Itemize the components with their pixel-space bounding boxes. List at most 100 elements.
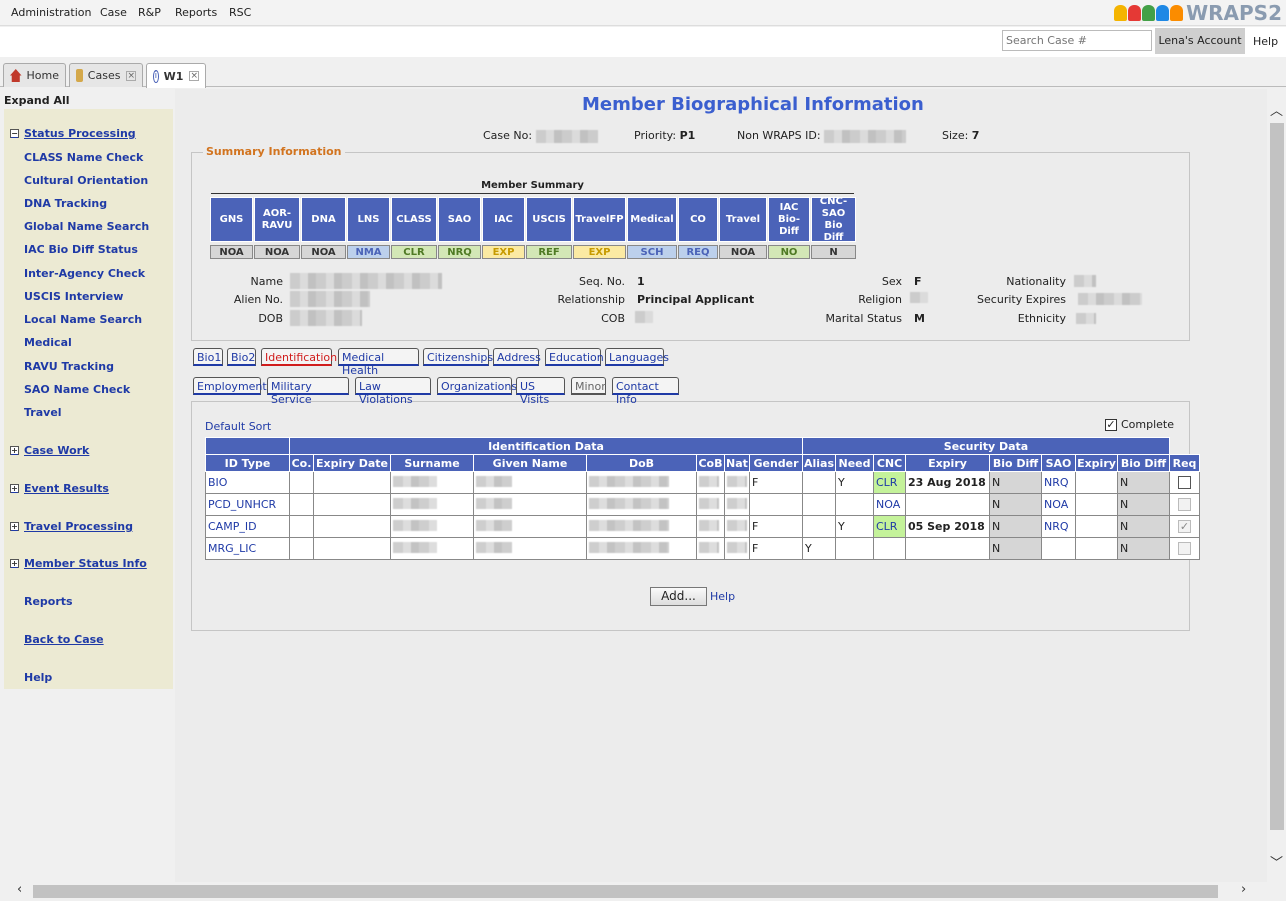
subtab-address[interactable]: Address bbox=[493, 348, 541, 366]
nav-reports[interactable]: Reports bbox=[24, 595, 73, 608]
tab-w1[interactable]: i W1 × bbox=[146, 63, 206, 88]
member-summary-col-medical[interactable]: Medical bbox=[627, 197, 677, 242]
col-header-bio-diff[interactable]: Bio Diff bbox=[1117, 454, 1170, 472]
close-icon[interactable]: × bbox=[126, 70, 136, 81]
subtab-military-service[interactable]: Military Service bbox=[267, 377, 349, 406]
nav-medical[interactable]: Medical bbox=[24, 336, 72, 349]
col-header-dob[interactable]: DoB bbox=[586, 454, 697, 472]
col-header-alias[interactable]: Alias bbox=[802, 454, 836, 472]
col-header-need[interactable]: Need bbox=[835, 454, 874, 472]
col-header-expiry[interactable]: Expiry bbox=[1075, 454, 1118, 472]
table-row[interactable]: BIO F Y CLR 23 Aug 2018 N NRQ N bbox=[205, 471, 1200, 494]
nav-case-work[interactable]: + Case Work bbox=[10, 444, 89, 457]
nav-travel-processing[interactable]: + Travel Processing bbox=[10, 520, 133, 533]
menu-reports[interactable]: Reports bbox=[175, 6, 217, 19]
tab-cases[interactable]: Cases × bbox=[69, 63, 143, 87]
sao-cell[interactable]: NRQ bbox=[1041, 515, 1076, 538]
col-header-expiry[interactable]: Expiry bbox=[905, 454, 990, 472]
id-type-cell[interactable]: MRG_LIC bbox=[205, 537, 290, 560]
nav-status-processing[interactable]: − Status Processing bbox=[10, 127, 136, 140]
subtab-organizations[interactable]: Organizations bbox=[437, 377, 517, 395]
nav-iac-bio-diff-status[interactable]: IAC Bio Diff Status bbox=[24, 243, 138, 256]
account-button[interactable]: Lena's Account bbox=[1155, 28, 1245, 54]
subtab-contact-info[interactable]: Contact Info bbox=[612, 377, 679, 406]
member-summary-col-cnc--sao bio-diff[interactable]: CNC- SAO Bio Diff bbox=[811, 196, 856, 243]
subtab-medical-health[interactable]: Medical Health bbox=[338, 348, 419, 377]
nav-cultural-orientation[interactable]: Cultural Orientation bbox=[24, 174, 148, 187]
member-summary-col-sao[interactable]: SAO bbox=[438, 197, 481, 242]
add-help-link[interactable]: Help bbox=[710, 590, 735, 603]
expand-icon[interactable]: + bbox=[10, 559, 19, 568]
close-icon[interactable]: × bbox=[189, 71, 199, 81]
member-summary-col-co[interactable]: CO bbox=[678, 197, 718, 242]
col-header-expiry-date[interactable]: Expiry Date bbox=[313, 454, 391, 472]
subtab-citizenships[interactable]: Citizenships bbox=[423, 348, 493, 366]
sao-cell[interactable]: NOA bbox=[1041, 493, 1076, 516]
col-header-surname[interactable]: Surname bbox=[390, 454, 474, 472]
subtab-bio2[interactable]: Bio2 bbox=[227, 348, 256, 366]
vertical-scroll-thumb[interactable] bbox=[1270, 123, 1284, 830]
menu-case[interactable]: Case bbox=[100, 6, 127, 19]
nav-help[interactable]: Help bbox=[24, 671, 52, 684]
id-type-cell[interactable]: PCD_UNHCR bbox=[205, 493, 290, 516]
nav-event-results[interactable]: + Event Results bbox=[10, 482, 109, 495]
scroll-down-icon[interactable]: ﹀ bbox=[1270, 852, 1283, 871]
col-header-cnc[interactable]: CNC bbox=[873, 454, 906, 472]
member-summary-col-uscis[interactable]: USCIS bbox=[526, 197, 572, 242]
subtab-us-visits[interactable]: US Visits bbox=[516, 377, 565, 406]
horizontal-scroll-thumb[interactable] bbox=[33, 885, 1218, 898]
subtab-identification[interactable]: Identification bbox=[261, 348, 337, 366]
subtab-law-violations[interactable]: Law Violations bbox=[355, 377, 431, 406]
subtab-languages[interactable]: Languages bbox=[605, 348, 669, 366]
expand-all-link[interactable]: Expand All bbox=[4, 94, 70, 107]
expand-icon[interactable]: + bbox=[10, 446, 19, 455]
col-header-given-name[interactable]: Given Name bbox=[473, 454, 587, 472]
nav-inter-agency-check[interactable]: Inter-Agency Check bbox=[24, 267, 145, 280]
col-header-gender[interactable]: Gender bbox=[749, 454, 803, 472]
checkbox-icon[interactable] bbox=[1178, 476, 1191, 489]
col-header-cob[interactable]: CoB bbox=[696, 454, 725, 472]
search-case-input[interactable] bbox=[1002, 30, 1152, 51]
member-summary-col-travelfp[interactable]: TravelFP bbox=[573, 197, 626, 242]
nav-local-name-search[interactable]: Local Name Search bbox=[24, 313, 142, 326]
member-summary-col-class[interactable]: CLASS bbox=[391, 197, 437, 242]
nav-back-to-case[interactable]: Back to Case bbox=[24, 633, 104, 646]
table-row[interactable]: PCD_UNHCR NOA N NOA N bbox=[205, 493, 1200, 516]
complete-checkbox[interactable]: ✓ Complete bbox=[1105, 418, 1174, 431]
nav-class-name-check[interactable]: CLASS Name Check bbox=[24, 151, 143, 164]
member-summary-col-iac-bio-diff[interactable]: IAC Bio-Diff bbox=[768, 197, 810, 242]
table-row[interactable]: CAMP_ID F Y CLR 05 Sep 2018 N NRQ N ✓ bbox=[205, 515, 1200, 538]
nav-ravu-tracking[interactable]: RAVU Tracking bbox=[24, 360, 114, 373]
subtab-minor[interactable]: Minor bbox=[571, 377, 606, 395]
col-header-req[interactable]: Req bbox=[1169, 454, 1200, 472]
menu-rsc[interactable]: RSC bbox=[229, 6, 251, 19]
col-header-id-type[interactable]: ID Type bbox=[205, 454, 290, 472]
id-type-cell[interactable]: CAMP_ID bbox=[205, 515, 290, 538]
expand-icon[interactable]: + bbox=[10, 484, 19, 493]
scroll-up-icon[interactable]: ︿ bbox=[1270, 100, 1283, 119]
nav-uscis-interview[interactable]: USCIS Interview bbox=[24, 290, 123, 303]
nav-dna-tracking[interactable]: DNA Tracking bbox=[24, 197, 107, 210]
member-summary-col-dna[interactable]: DNA bbox=[301, 197, 346, 242]
table-row[interactable]: MRG_LIC F Y N N bbox=[205, 537, 1200, 560]
scroll-left-icon[interactable]: ‹ bbox=[17, 882, 22, 897]
help-link[interactable]: Help bbox=[1253, 35, 1278, 48]
cnc-cell[interactable]: NOA bbox=[873, 493, 906, 516]
sao-cell[interactable]: NRQ bbox=[1041, 471, 1076, 494]
scroll-right-icon[interactable]: › bbox=[1241, 882, 1246, 897]
default-sort-link[interactable]: Default Sort bbox=[205, 420, 271, 433]
collapse-icon[interactable]: − bbox=[10, 129, 19, 138]
subtab-education[interactable]: Education bbox=[545, 348, 604, 366]
menu-administration[interactable]: Administration bbox=[11, 6, 92, 19]
nav-travel[interactable]: Travel bbox=[24, 406, 62, 419]
col-header-nat[interactable]: Nat bbox=[724, 454, 750, 472]
nav-global-name-search[interactable]: Global Name Search bbox=[24, 220, 149, 233]
menu-rp[interactable]: R&P bbox=[138, 6, 161, 19]
col-header-co.[interactable]: Co. bbox=[289, 454, 314, 472]
nav-sao-name-check[interactable]: SAO Name Check bbox=[24, 383, 130, 396]
member-summary-col-aor--ravu[interactable]: AOR- RAVU bbox=[254, 197, 300, 242]
id-type-cell[interactable]: BIO bbox=[205, 471, 290, 494]
subtab-bio1[interactable]: Bio1 bbox=[193, 348, 223, 366]
col-header-bio-diff[interactable]: Bio Diff bbox=[989, 454, 1042, 472]
expand-icon[interactable]: + bbox=[10, 522, 19, 531]
